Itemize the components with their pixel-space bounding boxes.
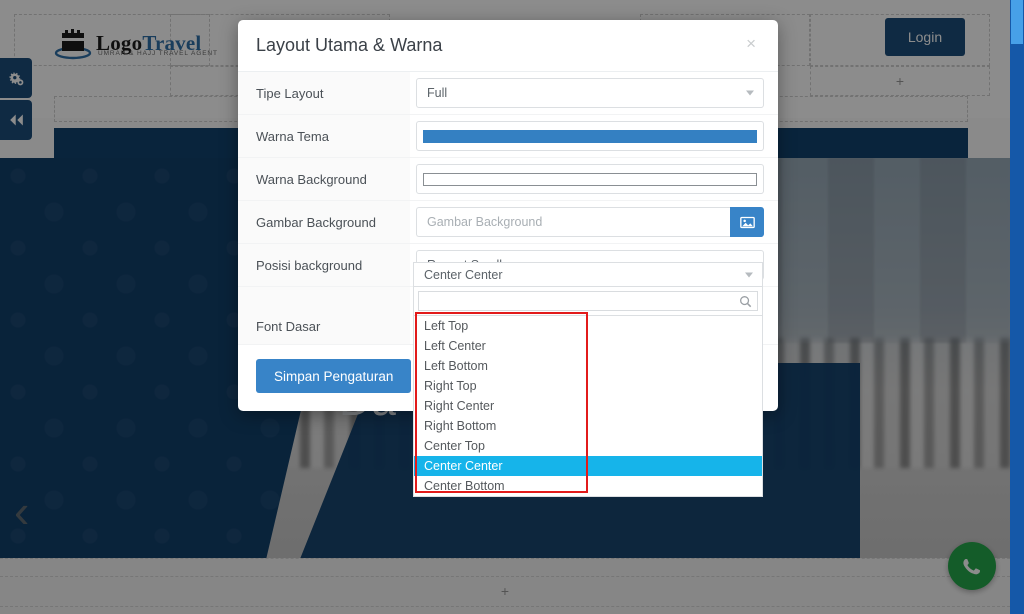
label-font-dasar: Font Dasar: [238, 287, 410, 344]
label-warna-background: Warna Background: [238, 158, 410, 200]
dropdown-option[interactable]: Center Bottom: [414, 476, 762, 496]
form-row-tipe-layout: Tipe Layout Full: [238, 72, 778, 115]
input-group-gambar-background: [416, 207, 764, 237]
dropdown-option[interactable]: Center Center: [414, 456, 762, 476]
chevron-down-icon: [745, 272, 753, 277]
dropdown-option[interactable]: Right Center: [414, 396, 762, 416]
color-swatch-warna-background: [423, 172, 757, 186]
select-tipe-layout[interactable]: Full: [416, 78, 764, 108]
dropdown-option[interactable]: Left Bottom: [414, 356, 762, 376]
dropdown-selected-display[interactable]: Center Center: [413, 262, 763, 286]
field-warna-background: [410, 158, 778, 200]
color-picker-warna-background[interactable]: [416, 164, 764, 194]
image-picker-button[interactable]: [730, 207, 764, 237]
label-posisi-background: Posisi background: [238, 244, 410, 286]
label-warna-tema: Warna Tema: [238, 115, 410, 157]
page-scrollbar[interactable]: [1010, 0, 1024, 614]
color-swatch-warna-tema: [423, 129, 757, 143]
dropdown-search-wrap: [413, 286, 763, 316]
search-icon: [739, 295, 752, 313]
image-icon: [739, 216, 755, 228]
modal-title: Layout Utama & Warna: [256, 35, 443, 55]
dropdown-option[interactable]: Right Top: [414, 376, 762, 396]
chevron-down-icon: [746, 90, 754, 96]
dropdown-search: [418, 291, 758, 311]
modal-header: Layout Utama & Warna ×: [238, 20, 778, 72]
gambar-background-input[interactable]: [416, 207, 730, 237]
dropdown-search-input[interactable]: [419, 292, 757, 310]
form-row-warna-tema: Warna Tema: [238, 115, 778, 158]
label-tipe-layout: Tipe Layout: [238, 72, 410, 114]
save-settings-button[interactable]: Simpan Pengaturan: [256, 359, 412, 393]
close-icon[interactable]: ×: [740, 34, 762, 53]
color-picker-warna-tema[interactable]: [416, 121, 764, 151]
field-tipe-layout: Full: [410, 72, 778, 114]
form-row-gambar-background: Gambar Background: [238, 201, 778, 244]
scrollbar-thumb[interactable]: [1011, 0, 1023, 44]
select-tipe-layout-value: Full: [427, 86, 448, 100]
dropdown-selected-value: Center Center: [424, 267, 503, 282]
dropdown-option[interactable]: Left Center: [414, 336, 762, 356]
dropdown-option[interactable]: Right Bottom: [414, 416, 762, 436]
field-gambar-background: [410, 201, 778, 243]
dropdown-options-list[interactable]: Left Top Left Center Left Bottom Right Top R…: [413, 316, 763, 497]
dropdown-option[interactable]: Center Top: [414, 436, 762, 456]
form-row-warna-background: Warna Background: [238, 158, 778, 201]
posisi-background-dropdown: Center Center Left Top Left Center Left Bo…: [413, 262, 763, 497]
label-gambar-background: Gambar Background: [238, 201, 410, 243]
dropdown-option[interactable]: Left Top: [414, 316, 762, 336]
field-warna-tema: [410, 115, 778, 157]
